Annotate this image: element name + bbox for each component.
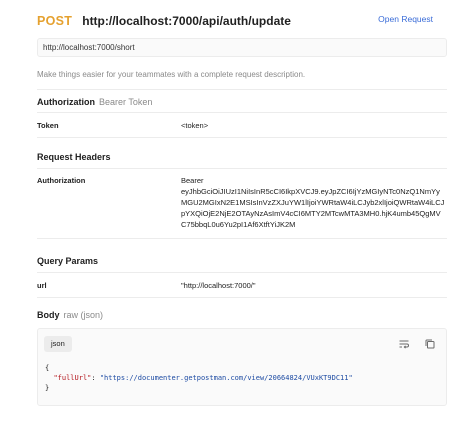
http-method: POST — [37, 14, 73, 28]
json-value: "https://documenter.getpostman.com/view/… — [99, 374, 353, 382]
divider — [37, 89, 447, 90]
divider — [37, 297, 447, 298]
copy-icon[interactable] — [424, 337, 436, 349]
json-separator: : — [91, 374, 100, 382]
divider — [37, 137, 447, 138]
body-code-panel: json { "fullUrl": "https://documenter.ge… — [37, 328, 447, 406]
header-value-authorization: Bearer eyJhbGciOiJIUzI1NiIsInR5cCI6IkpXV… — [181, 175, 451, 230]
query-params-title: Query Params — [37, 256, 99, 266]
divider — [37, 238, 447, 239]
header-value-line: eyJhbGciOiJIUzI1NiIsInR5cCI6IkpXVCJ9.eyJ… — [181, 187, 440, 196]
request-url-box: http://localhost:7000/short — [37, 38, 447, 57]
authorization-type: Bearer Token — [99, 97, 153, 107]
json-close-brace: } — [45, 384, 50, 392]
open-request-link[interactable]: Open Request — [378, 14, 433, 24]
query-param-key-url: url — [37, 281, 47, 290]
body-title: Body — [37, 310, 60, 320]
authorization-section-title: Authorization Bearer Token — [37, 97, 152, 107]
auth-token-value: <token> — [181, 121, 209, 130]
body-json-code: { "fullUrl": "https://documenter.getpost… — [45, 363, 353, 393]
header-value-line: C75bbqL0u6Yu2pI1Af6XtftYiJK2M — [181, 220, 296, 229]
authorization-title: Authorization — [37, 97, 95, 107]
body-mode: raw (json) — [63, 310, 104, 320]
request-headers-title: Request Headers — [37, 152, 111, 162]
body-section-title: Body raw (json) — [37, 310, 103, 320]
json-open-brace: { — [45, 364, 50, 372]
query-param-value-url: "http://localhost:7000/" — [181, 281, 256, 290]
header-key-authorization: Authorization — [37, 176, 86, 185]
header-value-line: pYXQiOjE2NjE2OTAyNzAsImV4cCI6MTY2MTcwMTA… — [181, 209, 441, 218]
request-description: Make things easier for your teammates wi… — [37, 70, 306, 79]
divider — [37, 168, 447, 169]
request-url-title: http://localhost:7000/api/auth/update — [82, 14, 291, 28]
header-value-line: MGU2MGIxN2E1MSIsInVzZXJuYW1lIjoiYWRtaW4i… — [181, 198, 445, 207]
json-key: "fullUrl" — [53, 374, 92, 382]
divider — [37, 272, 447, 273]
header-value-line: Bearer — [181, 176, 204, 185]
request-header: POST http://localhost:7000/api/auth/upda… — [37, 13, 447, 29]
auth-token-key: Token — [37, 121, 59, 130]
divider — [37, 112, 447, 113]
wrap-lines-icon[interactable] — [398, 337, 410, 349]
body-format-tag: json — [44, 336, 72, 352]
json-line: "fullUrl": "https://documenter.getpostma… — [45, 373, 353, 383]
